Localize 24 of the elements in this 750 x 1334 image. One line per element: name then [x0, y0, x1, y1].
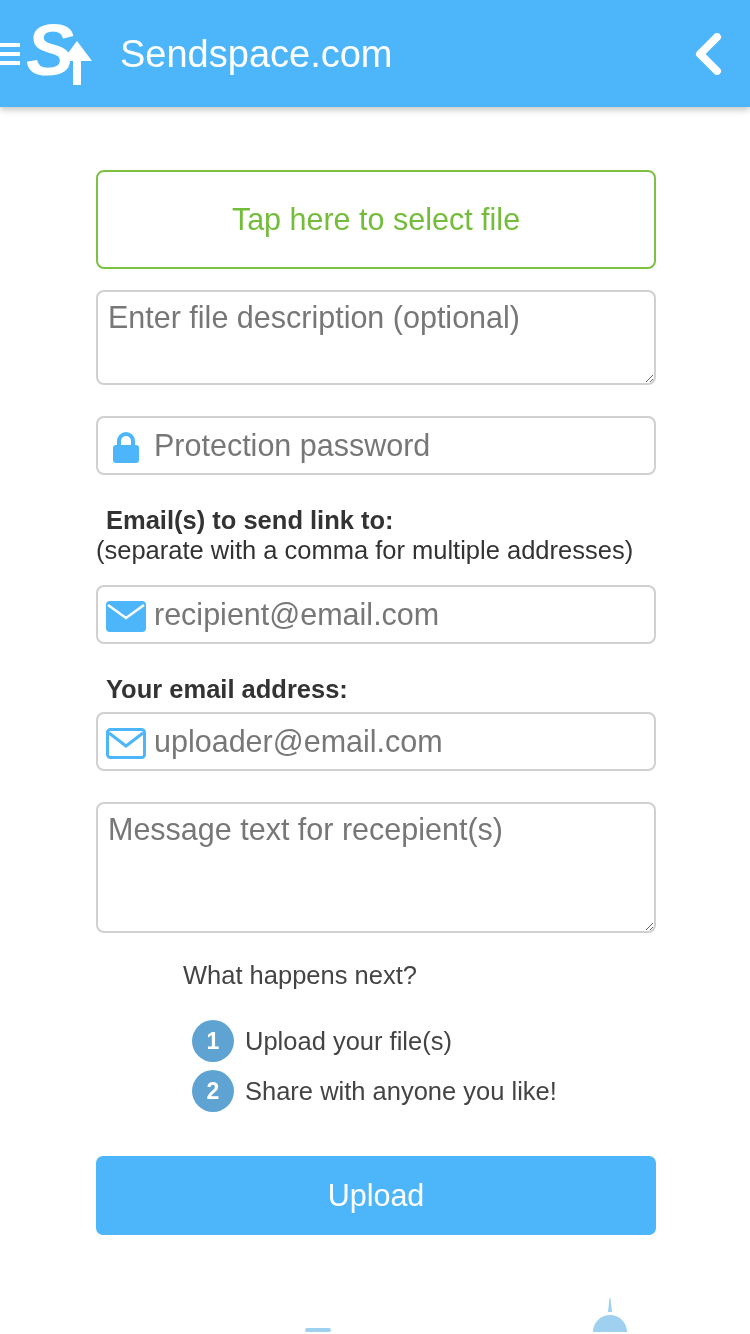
- field-label: Email(s) to send link to:: [105, 505, 395, 535]
- site-title: Sendspace.com: [120, 34, 393, 73]
- step-number: 2: [192, 1070, 234, 1112]
- upload-button[interactable]: Upload: [96, 1156, 656, 1235]
- lock-icon: [113, 432, 139, 463]
- logo-letter: S: [26, 14, 75, 85]
- next-steps-heading: What happens next?: [183, 960, 417, 990]
- password-field[interactable]: Protection password: [96, 416, 656, 475]
- recipient-email-field[interactable]: recipient@email.com: [96, 585, 656, 644]
- message-field[interactable]: Message text for recepient(s): [96, 802, 656, 933]
- select-file-button[interactable]: Tap here to select file: [96, 170, 656, 269]
- field-label: Your email address:: [105, 674, 349, 704]
- building-drawing: [305, 1328, 331, 1332]
- spire-drawing: [593, 1298, 627, 1332]
- sender-email-field[interactable]: uploader@email.com: [96, 712, 656, 771]
- envelope-icon: [106, 728, 146, 759]
- menu-icon[interactable]: [0, 42, 20, 65]
- description-field[interactable]: Enter file description (optional): [96, 290, 656, 385]
- envelope-icon: [106, 601, 146, 632]
- step-text: Upload your file(s): [245, 1025, 452, 1057]
- step-number: 1: [192, 1020, 234, 1062]
- step-text: Share with anyone you like!: [245, 1075, 557, 1107]
- field-hint: (separate with a comma for multiple addresses): [96, 535, 635, 565]
- back-icon[interactable]: [694, 32, 722, 75]
